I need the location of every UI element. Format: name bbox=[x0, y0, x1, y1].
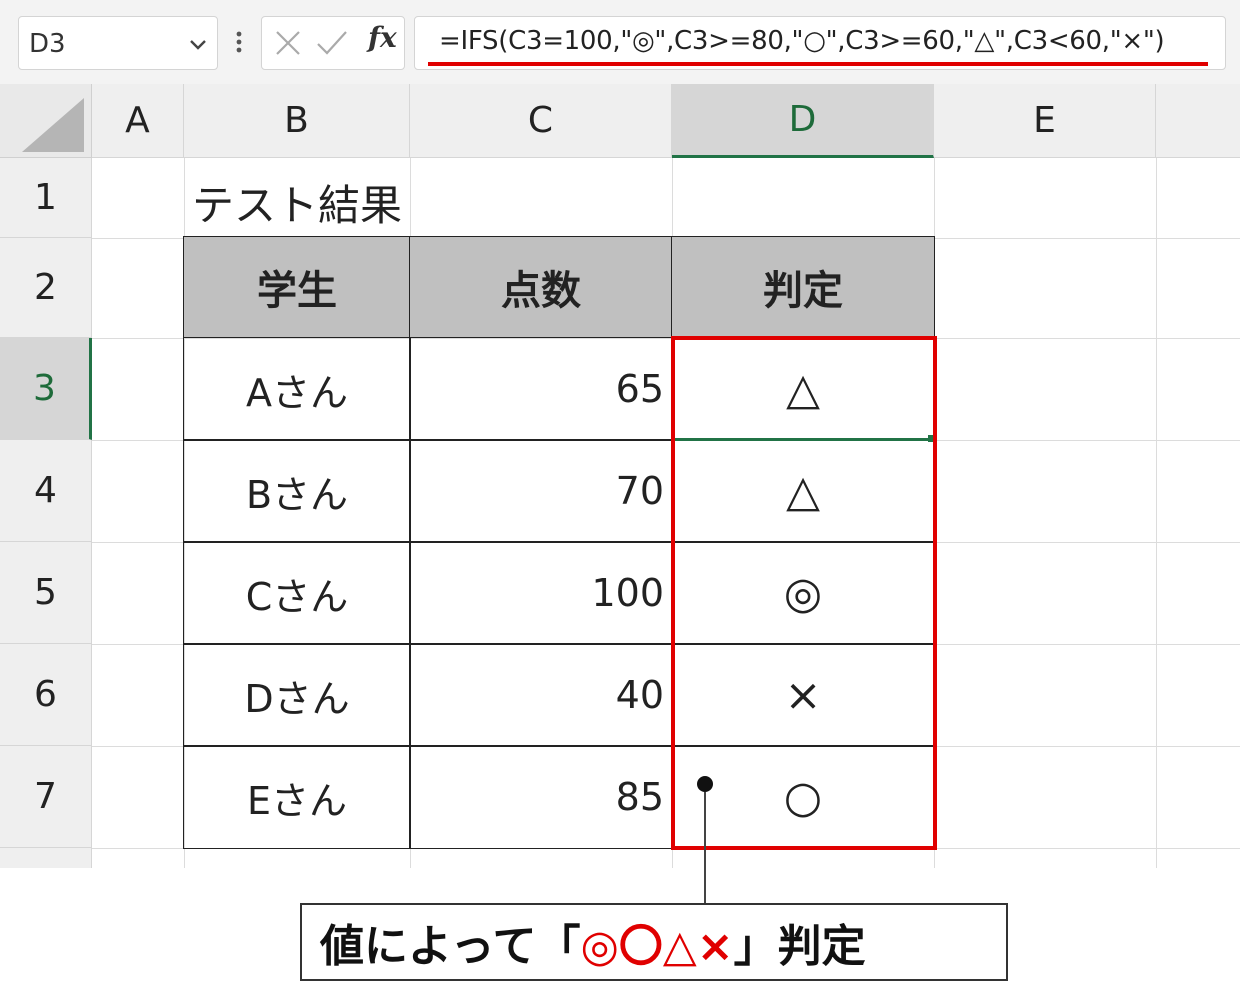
gridline bbox=[1156, 158, 1157, 868]
cell-score[interactable]: 40 bbox=[409, 643, 673, 747]
cell-score[interactable]: 100 bbox=[409, 541, 673, 645]
cell-student[interactable]: Bさん bbox=[183, 439, 411, 543]
name-box-value: D3 bbox=[29, 29, 66, 59]
cell-score[interactable]: 85 bbox=[409, 745, 673, 849]
formula-highlight-underline bbox=[428, 62, 1208, 66]
callout-line bbox=[704, 792, 706, 904]
row-header-5[interactable]: 5 bbox=[0, 542, 92, 644]
row-header-1[interactable]: 1 bbox=[0, 158, 92, 238]
row-header-6[interactable]: 6 bbox=[0, 644, 92, 746]
spreadsheet-grid: A B C D E 1 2 3 4 5 6 7 テスト結果 学生 点数 判定 A… bbox=[0, 84, 1240, 868]
cell-b1-title[interactable]: テスト結果 bbox=[192, 172, 402, 233]
column-header-e[interactable]: E bbox=[934, 84, 1156, 158]
cell-score[interactable]: 70 bbox=[409, 439, 673, 543]
formula-text: =IFS(C3=100,"◎",C3>=80,"○",C3>=60,"△",C3… bbox=[439, 26, 1165, 56]
row-header-7[interactable]: 7 bbox=[0, 746, 92, 848]
cell-student[interactable]: Aさん bbox=[183, 337, 411, 441]
cell-score[interactable]: 65 bbox=[409, 337, 673, 441]
column-header-b[interactable]: B bbox=[184, 84, 410, 158]
row-header-8[interactable] bbox=[0, 848, 92, 868]
header-student[interactable]: 学生 bbox=[183, 236, 411, 338]
column-header-c[interactable]: C bbox=[410, 84, 672, 158]
column-header-a[interactable]: A bbox=[92, 84, 184, 158]
cell-student[interactable]: Dさん bbox=[183, 643, 411, 747]
callout-dot bbox=[697, 776, 713, 792]
chevron-down-icon[interactable] bbox=[187, 33, 209, 55]
formula-buttons: fx bbox=[261, 16, 405, 70]
cell-student[interactable]: Eさん bbox=[183, 745, 411, 849]
row-header-2[interactable]: 2 bbox=[0, 238, 92, 338]
insert-function-icon[interactable]: fx bbox=[368, 21, 397, 54]
name-box[interactable]: D3 bbox=[18, 16, 218, 70]
result-highlight-box bbox=[671, 336, 937, 850]
callout-symbols: ◎〇△× bbox=[580, 921, 734, 972]
row-header-3[interactable]: 3 bbox=[0, 338, 92, 440]
select-all-corner[interactable] bbox=[0, 84, 92, 158]
select-all-triangle-icon bbox=[22, 98, 84, 152]
header-score[interactable]: 点数 bbox=[409, 236, 673, 338]
callout-suffix: 」判定 bbox=[733, 921, 866, 972]
formula-bar: D3 fx =IFS(C3=100,"◎",C3>=80,"○",C3>=60,… bbox=[0, 0, 1240, 84]
cancel-icon[interactable] bbox=[272, 27, 304, 59]
row-header-4[interactable]: 4 bbox=[0, 440, 92, 542]
column-header-next[interactable] bbox=[1156, 84, 1240, 158]
check-icon[interactable] bbox=[314, 27, 350, 59]
callout-note: 値によって「 ◎〇△× 」判定 bbox=[300, 903, 1008, 981]
header-judgement[interactable]: 判定 bbox=[671, 236, 935, 338]
callout-prefix: 値によって「 bbox=[320, 921, 581, 972]
cell-student[interactable]: Cさん bbox=[183, 541, 411, 645]
more-options-icon[interactable] bbox=[230, 24, 248, 60]
column-header-d[interactable]: D bbox=[672, 84, 934, 158]
